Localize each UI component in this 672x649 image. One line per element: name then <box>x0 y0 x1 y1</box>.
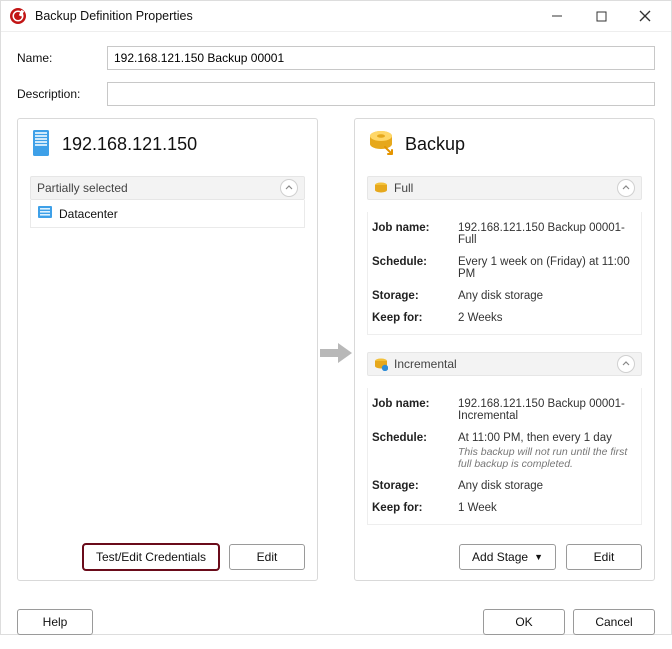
app-icon <box>9 7 27 25</box>
source-section-header[interactable]: Partially selected <box>30 176 305 200</box>
edit-backup-button[interactable]: Edit <box>566 544 642 570</box>
label-schedule-2: Schedule: <box>372 432 450 470</box>
schedule-note: This backup will not run until the first… <box>458 446 637 470</box>
full-keep-for: 2 Weeks <box>458 312 637 324</box>
backup-icon <box>367 129 395 160</box>
incremental-detail-list: Job name: 192.168.121.150 Backup 00001-I… <box>367 388 642 525</box>
source-title: 192.168.121.150 <box>62 134 197 155</box>
add-stage-button[interactable]: Add Stage▼ <box>459 544 556 570</box>
incremental-schedule: At 11:00 PM, then every 1 day This backu… <box>458 432 637 470</box>
window-title: Backup Definition Properties <box>35 9 535 23</box>
chevron-up-icon <box>617 179 635 197</box>
test-edit-credentials-button[interactable]: Test/Edit Credentials <box>83 544 219 570</box>
title-bar: Backup Definition Properties <box>1 1 671 32</box>
maximize-icon <box>596 11 607 22</box>
cancel-button[interactable]: Cancel <box>573 609 655 635</box>
full-schedule: Every 1 week on (Friday) at 11:00 PM <box>458 256 637 280</box>
full-disk-icon <box>374 181 388 195</box>
incremental-section-header[interactable]: Incremental <box>367 352 642 376</box>
tree-item[interactable]: Datacenter <box>30 200 305 228</box>
dialog-footer: Help OK Cancel <box>1 599 671 649</box>
source-section-label: Partially selected <box>37 181 280 195</box>
ok-button[interactable]: OK <box>483 609 565 635</box>
name-input[interactable] <box>107 46 655 70</box>
label-schedule: Schedule: <box>372 256 450 280</box>
label-job-name-2: Job name: <box>372 398 450 422</box>
backup-title: Backup <box>405 134 465 155</box>
close-button[interactable] <box>623 1 667 31</box>
minimize-button[interactable] <box>535 1 579 31</box>
maximize-button[interactable] <box>579 1 623 31</box>
incremental-job-name: 192.168.121.150 Backup 00001-Incremental <box>458 398 637 422</box>
server-icon <box>30 129 52 160</box>
incremental-disk-icon <box>374 357 388 371</box>
chevron-up-icon <box>617 355 635 373</box>
full-storage: Any disk storage <box>458 290 637 302</box>
incremental-keep-for: 1 Week <box>458 502 637 514</box>
label-storage-2: Storage: <box>372 480 450 492</box>
help-button[interactable]: Help <box>17 609 93 635</box>
datacenter-icon <box>37 204 53 223</box>
chevron-up-icon <box>280 179 298 197</box>
tree-item-label: Datacenter <box>59 207 118 221</box>
label-keep-for-2: Keep for: <box>372 502 450 514</box>
incremental-section-label: Incremental <box>394 357 617 371</box>
dropdown-caret-icon: ▼ <box>534 552 543 562</box>
incremental-storage: Any disk storage <box>458 480 637 492</box>
label-storage: Storage: <box>372 290 450 302</box>
description-input[interactable] <box>107 82 655 106</box>
arrow-icon <box>316 341 356 365</box>
label-job-name: Job name: <box>372 222 450 246</box>
full-job-name: 192.168.121.150 Backup 00001-Full <box>458 222 637 246</box>
window: Backup Definition Properties Name: Descr… <box>0 0 672 635</box>
minimize-icon <box>551 10 563 22</box>
backup-panel: Backup Full Job name: 192.168.121.150 Ba… <box>354 118 655 581</box>
source-panel: 192.168.121.150 Partially selected Datac… <box>17 118 318 581</box>
close-icon <box>639 10 651 22</box>
full-detail-list: Job name: 192.168.121.150 Backup 00001-F… <box>367 212 642 335</box>
label-keep-for: Keep for: <box>372 312 450 324</box>
description-label: Description: <box>17 87 107 101</box>
full-section-header[interactable]: Full <box>367 176 642 200</box>
full-section-label: Full <box>394 181 617 195</box>
name-label: Name: <box>17 51 107 65</box>
edit-source-button[interactable]: Edit <box>229 544 305 570</box>
